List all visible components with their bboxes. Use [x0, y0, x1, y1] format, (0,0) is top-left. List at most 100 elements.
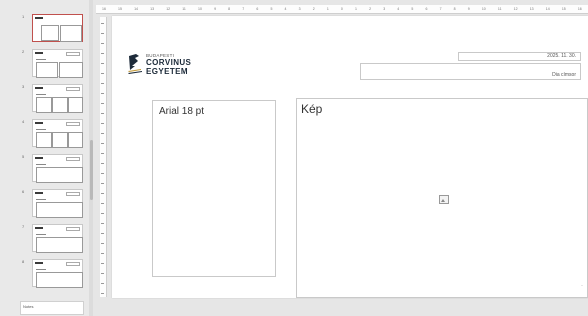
- thumb-logo: [35, 87, 43, 89]
- thumb-logo: [35, 157, 43, 159]
- ruler-tick-label: 14: [134, 7, 138, 11]
- ruler-ticks: 16 15 14 13 12 11 10 9 8 7 6 5 4 3 2 1 0 1 2 3 4 5 6 7 8 9 10 11 12 1…: [102, 7, 582, 11]
- thumb-box: [36, 272, 83, 288]
- thumb-title-bar: [36, 269, 46, 270]
- date-placeholder[interactable]: 2025. 11. 30.: [458, 52, 581, 61]
- title-placeholder[interactable]: Dia címsor: [360, 63, 581, 80]
- thumb-box: [36, 62, 58, 78]
- slide-thumbnail[interactable]: [32, 259, 83, 288]
- ruler-tick-label: 5: [270, 7, 273, 11]
- slide-thumbnail[interactable]: [32, 84, 83, 113]
- thumb-date: [66, 192, 80, 196]
- ruler-tick: [101, 103, 104, 104]
- thumb-logo: [35, 122, 43, 124]
- thumb-box: [59, 62, 83, 78]
- thumb-title-bar: [36, 129, 46, 130]
- image-placeholder[interactable]: Kép ·: [296, 98, 588, 298]
- ruler-tick-label: 8: [453, 7, 456, 11]
- ruler-tick-label: 4: [284, 7, 287, 11]
- logo-line-1: CORVINUS: [146, 58, 192, 67]
- slide-number: 8: [22, 259, 25, 264]
- ruler-tick: [101, 253, 104, 254]
- slide-number: 3: [22, 84, 25, 89]
- text-placeholder-label: Arial 18 pt: [159, 106, 205, 117]
- ruler-tick-label: 12: [513, 7, 518, 11]
- thumb-box: [36, 132, 52, 148]
- ruler-tick: [101, 283, 104, 284]
- ruler-tick: [101, 113, 104, 114]
- slide-number: 6: [22, 189, 25, 194]
- thumb-box: [36, 202, 83, 218]
- ruler-tick-label: 2: [369, 7, 372, 11]
- ruler-tick: [101, 153, 104, 154]
- raven-logo-icon: [128, 54, 142, 74]
- ruler-tick-label: 1: [326, 7, 329, 11]
- thumb-title-bar: [36, 94, 46, 95]
- ruler-tick: [101, 63, 104, 64]
- notes-thumbnail[interactable]: Notes: [20, 301, 84, 315]
- thumb-date: [66, 122, 80, 126]
- ruler-tick-label: 3: [298, 7, 301, 11]
- slide-number: 5: [22, 154, 25, 159]
- ruler-tick-label: 16: [577, 7, 582, 11]
- ruler-tick-label: 11: [497, 7, 502, 11]
- thumb-box: [52, 132, 68, 148]
- thumb-logo: [35, 17, 43, 19]
- ruler-tick-label: 3: [383, 7, 386, 11]
- slide-thumbnail[interactable]: [32, 154, 83, 183]
- thumb-date: [66, 52, 80, 56]
- ruler-tick-label: 8: [228, 7, 231, 11]
- thumb-logo: [35, 227, 43, 229]
- ruler-tick-label: 7: [439, 7, 442, 11]
- ruler-tick: [101, 133, 104, 134]
- slide-thumbnail[interactable]: [32, 224, 83, 253]
- ruler-tick-label: 13: [529, 7, 534, 11]
- thumb-box: [60, 25, 82, 42]
- ruler-tick: [101, 93, 104, 94]
- thumb-title-bar: [36, 59, 46, 60]
- image-placeholder-label: Kép: [301, 102, 323, 116]
- ruler-tick: [101, 143, 104, 144]
- thumb-title-bar: [36, 199, 46, 200]
- ruler-tick: [101, 83, 104, 84]
- ruler-tick: [101, 233, 104, 234]
- slide-thumbnail[interactable]: [32, 49, 83, 78]
- ruler-tick: [101, 163, 104, 164]
- slide-thumbnail[interactable]: [32, 119, 83, 148]
- ruler-tick-label: 13: [150, 7, 155, 11]
- slide-thumbnail[interactable]: [32, 14, 83, 42]
- ruler-tick-label: 10: [481, 7, 486, 11]
- slide-canvas[interactable]: BUDAPESTI CORVINUS EGYETEM 2025. 11. 30.…: [112, 16, 588, 298]
- ruler-tick: [101, 33, 104, 34]
- ruler-tick-label: 9: [467, 7, 470, 11]
- slide-thumbnail[interactable]: [32, 189, 83, 218]
- thumb-box: [68, 97, 83, 113]
- thumb-date: [66, 262, 80, 266]
- ruler-tick-label: 6: [425, 7, 428, 11]
- slide-number: 4: [22, 119, 25, 124]
- ruler-tick-label: 11: [182, 7, 186, 11]
- ruler-tick-label: 4: [397, 7, 400, 11]
- thumb-box: [36, 167, 83, 183]
- thumbnail-scrollbar[interactable]: [89, 0, 93, 316]
- scrollbar-thumb[interactable]: [89, 140, 93, 200]
- corvinus-logo: BUDAPESTI CORVINUS EGYETEM: [126, 52, 206, 76]
- ruler-tick: [101, 43, 104, 44]
- ruler-tick-label: 14: [545, 7, 550, 11]
- thumb-box: [52, 97, 68, 113]
- thumb-title-bar: [36, 234, 46, 235]
- text-placeholder[interactable]: Arial 18 pt: [152, 100, 276, 277]
- slide-number: 2: [22, 49, 25, 54]
- thumb-date: [66, 227, 80, 231]
- ruler-tick-label: 1: [355, 7, 357, 11]
- thumb-title-bar: [36, 164, 46, 165]
- ruler-tick: [101, 243, 104, 244]
- ruler-tick-label: 15: [561, 7, 566, 11]
- thumb-box: [36, 237, 83, 253]
- ruler-tick-label: 6: [256, 7, 259, 11]
- ruler-tick-label: 9: [214, 7, 217, 11]
- slide-number: 1: [22, 14, 25, 19]
- ruler-tick-label: 10: [198, 7, 202, 11]
- insert-picture-icon[interactable]: [439, 195, 449, 204]
- horizontal-ruler: 16 15 14 13 12 11 10 9 8 7 6 5 4 3 2 1 0 1 2 3 4 5 6 7 8 9 10 11 12 1…: [96, 5, 588, 14]
